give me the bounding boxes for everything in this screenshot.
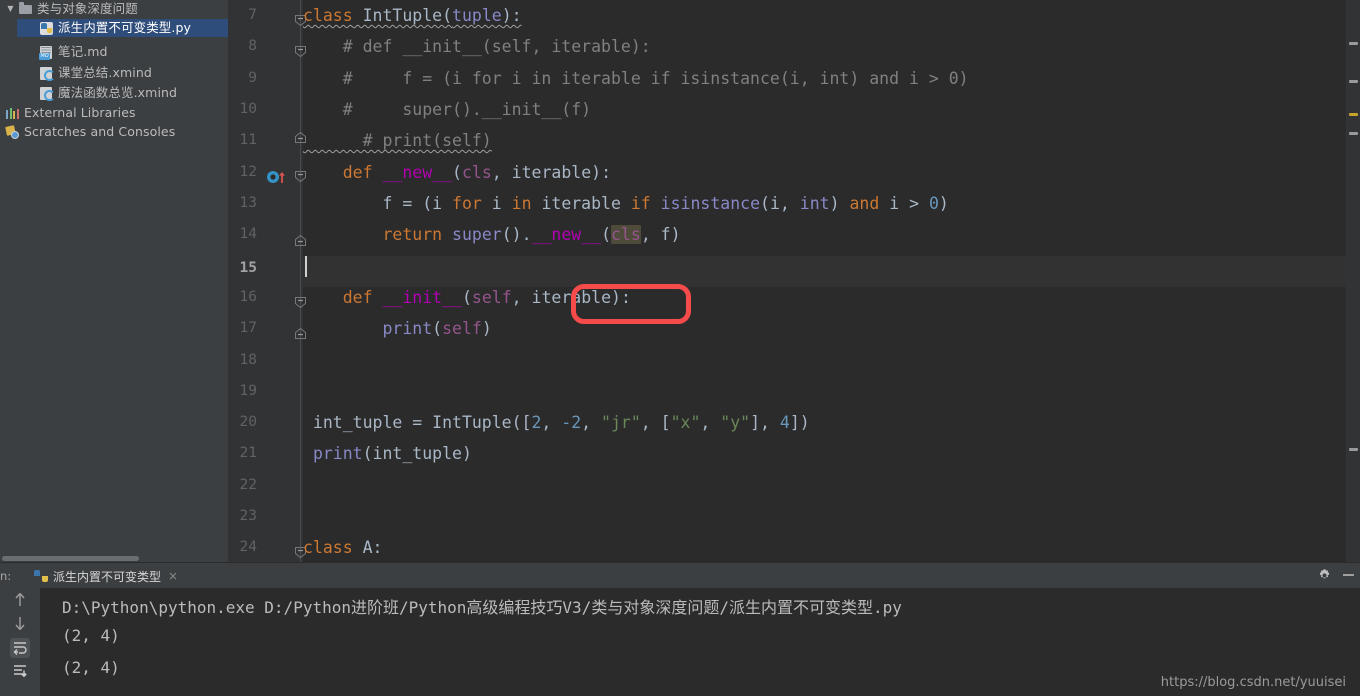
code-line-13: f = (i for i in iterable if isinstance(i… [303, 194, 949, 213]
code-line-16: def __init__(self, iterable): [342, 288, 631, 307]
markdown-file-icon [38, 45, 55, 60]
console-line: D:\Python\python.exe D:/Python进阶班/Python… [62, 598, 902, 617]
minimize-icon[interactable] [1343, 574, 1354, 576]
code-line-7: class IntTuple(tuple): [303, 6, 522, 25]
run-tool-window-header[interactable]: n: 派生内置不可变类型 × [0, 562, 1360, 591]
line-number: 14 [239, 226, 257, 242]
code-line-20: int_tuple = IntTuple([2, -2, "jr", ["x",… [303, 413, 810, 432]
marker-warning[interactable] [1349, 80, 1358, 83]
fold-guide-line [300, 0, 301, 562]
libraries-icon [4, 106, 21, 121]
gear-icon[interactable] [1317, 568, 1332, 583]
xmind-file-icon [38, 86, 55, 101]
line-number: 24 [239, 539, 257, 555]
tree-item-label: 笔记.md [58, 44, 108, 59]
tree-item-xmind-file-2[interactable]: 魔法函数总览.xmind [17, 84, 228, 102]
text-caret [305, 256, 307, 277]
tree-item-python-file[interactable]: 派生内置不可变类型.py [17, 19, 228, 37]
tree-item-xmind-file-1[interactable]: 课堂总结.xmind [17, 64, 228, 82]
code-line-12: def __new__(cls, iterable): [342, 163, 612, 182]
marker-warning[interactable] [1349, 448, 1358, 451]
line-number: 19 [239, 383, 257, 399]
scratches-icon [4, 125, 21, 140]
code-line-11: # print(self) [303, 131, 492, 150]
pycharm-window: ▼ 类与对象深度问题 派生内置不可变类型.py 笔记.md 课堂总结.xmind… [0, 0, 1360, 696]
code-line-9: # f = (i for i in iterable if isinstance… [303, 69, 969, 88]
tree-item-scratches-consoles[interactable]: Scratches and Consoles [0, 123, 228, 141]
line-number: 10 [239, 101, 257, 117]
tree-item-label: 类与对象深度问题 [37, 1, 138, 16]
folder-icon [17, 2, 34, 17]
tree-item-external-libraries[interactable]: External Libraries [0, 104, 228, 122]
code-line-24: class A: [303, 538, 383, 557]
watermark-text: https://blog.csdn.net/yuuisei [1160, 675, 1346, 690]
python-file-icon [34, 569, 48, 583]
tree-item-label: External Libraries [24, 105, 136, 120]
editor-marker-strip[interactable] [1346, 0, 1360, 562]
code-line-17: print(self) [382, 319, 492, 338]
marker-warning[interactable] [1349, 42, 1358, 45]
line-number: 16 [239, 289, 257, 305]
chevron-down-icon[interactable]: ▼ [4, 0, 17, 18]
marker-warning[interactable] [1349, 132, 1358, 135]
scrollbar-thumb[interactable] [2, 556, 139, 561]
tree-item-label: 派生内置不可变类型.py [58, 20, 192, 35]
tree-item-markdown-file[interactable]: 笔记.md [17, 43, 228, 61]
code-line-10: # super().__init__(f) [303, 100, 592, 119]
line-number: 11 [239, 132, 257, 148]
line-number: 7 [248, 7, 257, 23]
console-line: (2, 4) [62, 658, 120, 677]
line-number: 18 [239, 352, 257, 368]
run-panel-toolbar[interactable] [0, 588, 40, 696]
soft-wrap-icon[interactable] [10, 638, 30, 658]
tree-item-label: 魔法函数总览.xmind [58, 85, 178, 100]
sidebar-horizontal-scrollbar[interactable] [0, 555, 228, 562]
tree-item-label: Scratches and Consoles [24, 124, 176, 139]
run-tab-label: 派生内置不可变类型 [53, 569, 162, 584]
tree-item-label: 课堂总结.xmind [58, 65, 152, 80]
line-number: 9 [248, 70, 257, 86]
line-number: 23 [239, 508, 257, 524]
line-number: 22 [239, 477, 257, 493]
close-icon[interactable]: × [168, 569, 178, 583]
code-text-area[interactable]: class IntTuple(tuple): # def __init__(se… [303, 0, 1360, 562]
up-arrow-icon[interactable] [10, 590, 30, 610]
highlighted-token-cls: cls [611, 225, 641, 244]
run-tab[interactable]: 派生内置不可变类型 × [28, 563, 185, 591]
line-number: 20 [239, 414, 257, 430]
marker-error[interactable] [1349, 113, 1358, 116]
line-number: 12 [239, 164, 257, 180]
down-arrow-icon[interactable] [10, 613, 30, 633]
python-file-icon [38, 21, 55, 36]
project-tree-sidebar[interactable]: ▼ 类与对象深度问题 派生内置不可变类型.py 笔记.md 课堂总结.xmind… [0, 0, 228, 560]
overriding-method-icon[interactable] [266, 169, 292, 183]
line-number: 21 [239, 445, 257, 461]
tree-item-folder[interactable]: ▼ 类与对象深度问题 [0, 0, 228, 18]
code-line-8: # def __init__(self, iterable): [303, 37, 651, 56]
line-number: 13 [239, 195, 257, 211]
xmind-file-icon [38, 66, 55, 81]
line-number: 8 [248, 38, 257, 54]
line-number: 17 [239, 320, 257, 336]
code-line-21: print(int_tuple) [312, 444, 472, 463]
console-line: (2, 4) [62, 626, 120, 645]
code-line-14: return super().__new__(cls, f) [382, 225, 681, 244]
run-window-label: n: [0, 569, 12, 583]
scroll-to-end-icon[interactable] [10, 662, 30, 682]
code-editor[interactable]: 7 8 9 10 11 12 13 14 15 16 17 18 19 20 2… [228, 0, 1360, 562]
editor-gutter[interactable]: 7 8 9 10 11 12 13 14 15 16 17 18 19 20 2… [228, 0, 306, 562]
